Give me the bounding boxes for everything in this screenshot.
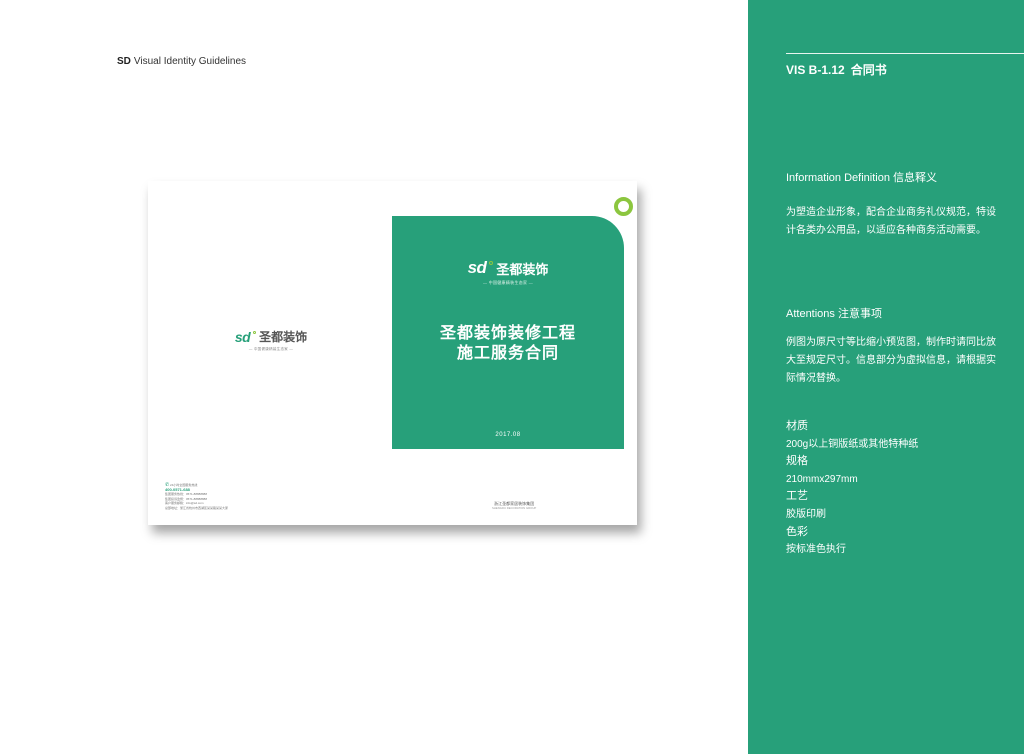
spec-value: 胶版印刷 <box>786 508 826 520</box>
spec-value: 210mmx297mm <box>786 473 858 485</box>
vis-code: VIS B-1.12 <box>786 63 845 77</box>
contract-mockup: sd 圣都装饰 — 中国健康精装生态家 — ✆ 24小时全国服务热线 400-0… <box>148 181 637 525</box>
cover-date: 2017.08 <box>495 432 521 438</box>
logo-dot-icon <box>253 331 257 334</box>
logo-name: 圣都装饰 <box>496 261 549 277</box>
header-brand: SD <box>117 56 131 67</box>
spec-key: 工艺 <box>786 490 808 503</box>
sd-logo-mark: sd <box>467 258 487 277</box>
footer-company-en: SHENGDU DECORATION GROUP <box>492 506 537 510</box>
logo-dot-icon <box>489 261 494 265</box>
attention-text: 例图为原尺寸等比缩小预览图，制作时请同比放大至规定尺寸。信息部分为虚拟信息，请根… <box>786 337 996 384</box>
logo-tagline: — 中国健康精装生态家 — <box>248 347 294 351</box>
front-cover-logo: sd 圣都装饰 — 中国健康精装生态家 — <box>392 258 624 286</box>
ring-icon <box>614 197 633 216</box>
cover-title-line2: 施工服务合同 <box>456 345 559 362</box>
divider <box>786 53 1024 54</box>
spec-key: 材质 <box>786 420 808 432</box>
spec-key: 色彩 <box>786 525 808 538</box>
cover-title-line1: 圣都装饰装修工程 <box>439 325 576 342</box>
spec-key: 规格 <box>786 455 808 468</box>
header-title: Visual Identity Guidelines <box>133 56 247 67</box>
section-code: VIS B-1.12 合同书 <box>786 61 887 78</box>
spec-list: 材质 200g以上铜版纸或其他特种纸 规格 210mmx297mm 工艺 胶版印… <box>786 418 918 559</box>
contact-block: ✆ 24小时全国服务热线 400-0571-688 集团服务热线：0571-88… <box>165 483 228 510</box>
page-header: SD Visual Identity Guidelines <box>117 56 246 67</box>
info-text: 为塑造企业形象，配合企业商务礼仪规范，特设计各类办公用品，以适应各种商务活动需要… <box>786 207 996 236</box>
back-cover-logo: sd 圣都装饰 — 中国健康精装生态家 — <box>231 328 311 352</box>
footer-company: 浙江圣都家居装饰集团 SHENGDU DECORATION GROUP <box>492 501 536 511</box>
spec-value: 200g以上铜版纸或其他特种纸 <box>786 438 919 450</box>
vis-code-title: 合同书 <box>850 63 887 77</box>
logo-name: 圣都装饰 <box>259 330 308 344</box>
info-heading: Information Definition 信息释义 <box>786 172 937 184</box>
contact-line: 总部地址：浙江省杭州市西湖区某某路某某大厦 <box>165 505 229 510</box>
logo-tagline: — 中国健康精装生态家 — <box>482 280 534 285</box>
info-sidebar: VIS B-1.12 合同书 Information Definition 信息释… <box>748 0 1024 754</box>
sd-logo-mark: sd <box>234 328 251 345</box>
cover-title: 圣都装饰装修工程 施工服务合同 <box>392 324 624 364</box>
attention-heading: Attentions 注意事项 <box>786 308 882 320</box>
front-cover-panel: sd 圣都装饰 — 中国健康精装生态家 — 圣都装饰装修工程 施工服务合同 20… <box>392 216 624 449</box>
spec-value: 按标准色执行 <box>786 544 846 556</box>
